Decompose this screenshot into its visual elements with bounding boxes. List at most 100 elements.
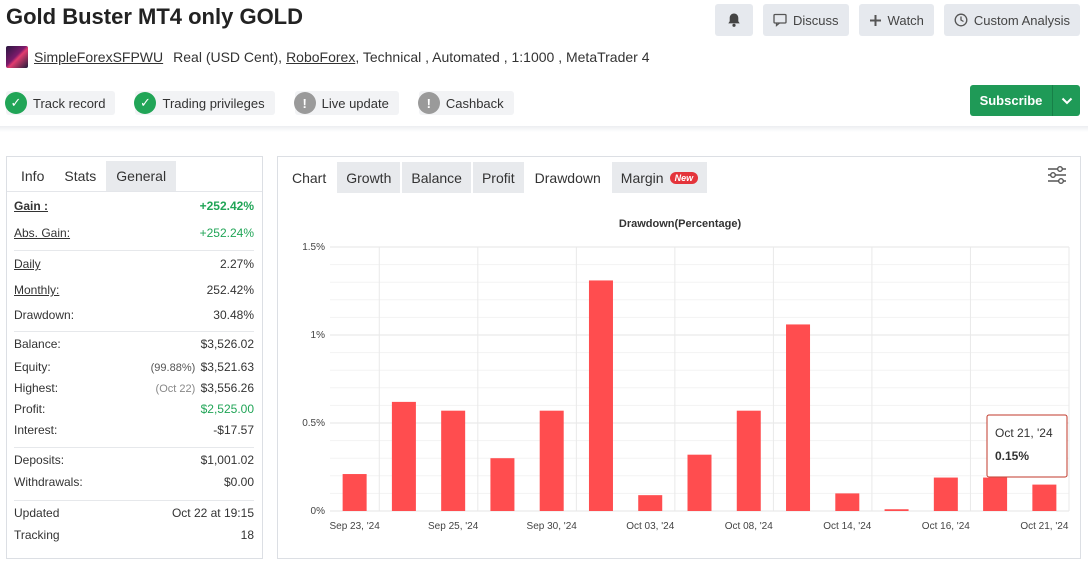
stat-label: Profit:	[14, 401, 46, 416]
chart-panel: Chart Growth Balance Profit Drawdown Mar…	[277, 156, 1081, 559]
drawdown-bar[interactable]	[638, 495, 663, 511]
stat-equity: Equity: (99.88%) $3,521.63	[14, 356, 254, 377]
drawdown-bar[interactable]	[736, 410, 761, 511]
stat-monthly: Monthly: 252.42%	[14, 277, 254, 303]
user-link[interactable]: SimpleForexSFPWU	[34, 49, 163, 65]
stat-label: Equity:	[14, 359, 51, 374]
stat-label[interactable]: Gain :	[14, 199, 48, 213]
subscribe-label: Subscribe	[979, 93, 1043, 108]
comment-icon	[773, 13, 787, 27]
stat-value: 30.48%	[213, 308, 254, 322]
stat-updated: Updated Oct 22 at 19:15	[14, 501, 254, 525]
stat-label[interactable]: Daily	[14, 257, 41, 271]
drawdown-bar[interactable]	[539, 410, 564, 511]
stat-value: Oct 22 at 19:15	[171, 506, 254, 520]
stat-highest: Highest: (Oct 22) $3,556.26	[14, 377, 254, 398]
stat-daily: Daily 2.27%	[14, 251, 254, 277]
badge-trading-privileges: ✓ Trading privileges	[134, 91, 275, 115]
x-tick-label: Sep 25, '24	[428, 521, 479, 532]
system-info-line: SimpleForexSFPWU Real (USD Cent), RoboFo…	[6, 46, 650, 68]
stat-label: Drawdown:	[14, 308, 75, 322]
stat-value-group: (99.88%) $3,521.63	[151, 360, 254, 374]
stat-label[interactable]: Monthly:	[14, 283, 59, 297]
drawdown-bar[interactable]	[441, 410, 466, 511]
chevron-down-icon	[1061, 97, 1072, 104]
stat-label: Updated	[14, 506, 60, 520]
avatar	[6, 46, 28, 68]
stat-balance: Balance: $3,526.02	[14, 332, 254, 356]
tab-general[interactable]: General	[106, 161, 177, 191]
x-tick-label: Oct 16, '24	[922, 521, 970, 532]
page-title: Gold Buster MT4 only GOLD	[6, 4, 304, 29]
badge-cashback: ! Cashback	[417, 91, 514, 115]
drawdown-bar[interactable]	[687, 454, 712, 511]
custom-analysis-button[interactable]: Custom Analysis	[943, 4, 1080, 36]
stat-tracking: Tracking 18	[14, 525, 254, 545]
tab-stats[interactable]: Stats	[54, 161, 107, 191]
badge-label: Cashback	[445, 95, 504, 111]
stat-value: $2,525.00	[200, 401, 254, 416]
badge-track-record: ✓ Track record	[5, 91, 116, 115]
stat-value: +252.42%	[199, 199, 254, 213]
drawdown-bar[interactable]	[490, 458, 515, 511]
x-tick-label: Oct 08, '24	[725, 521, 773, 532]
stat-value: $3,521.63	[200, 359, 254, 374]
stat-note: (Oct 22)	[155, 382, 196, 395]
y-tick-label: 0.5%	[302, 418, 325, 429]
tooltip-box	[986, 414, 1068, 478]
x-tick-label: Oct 21, '24	[1020, 521, 1068, 532]
badge-list: ✓ Track record ✓ Trading privileges ! Li…	[5, 91, 514, 115]
drawdown-bar[interactable]	[588, 280, 613, 511]
stat-value: 2.27%	[219, 257, 254, 271]
stats-panel: Info Stats General Gain : +252.42% Abs. …	[6, 156, 263, 559]
stat-drawdown: Drawdown: 30.48%	[14, 303, 254, 327]
badge-label: Trading privileges	[162, 95, 265, 111]
stat-interest: Interest: -$17.57	[14, 419, 254, 440]
stat-label: Tracking	[14, 528, 60, 542]
drawdown-bar[interactable]	[835, 493, 860, 511]
stat-label: Highest:	[14, 380, 59, 395]
check-icon: ✓	[5, 92, 27, 114]
stat-label[interactable]: Abs. Gain:	[14, 226, 70, 240]
badge-label: Track record	[33, 95, 106, 111]
subscribe-button[interactable]: Subscribe	[970, 85, 1080, 116]
bell-icon	[728, 13, 740, 27]
drawdown-bar[interactable]	[1032, 484, 1057, 511]
stat-value: $1,001.02	[200, 453, 254, 467]
stats-tabs: Info Stats General	[7, 157, 262, 192]
drawdown-bar[interactable]	[983, 477, 1008, 511]
drawdown-bar[interactable]	[342, 474, 367, 511]
stat-label: Deposits:	[14, 453, 65, 467]
exclamation-icon: !	[417, 92, 440, 114]
stat-value: 252.42%	[206, 283, 254, 297]
x-tick-label: Oct 03, '24	[626, 521, 674, 532]
subscribe-dropdown[interactable]	[1052, 85, 1080, 116]
x-tick-label: Sep 30, '24	[527, 521, 578, 532]
badge-live-update: ! Live update	[293, 91, 399, 115]
broker-link[interactable]: RoboForex	[286, 49, 355, 65]
drawdown-bar[interactable]	[786, 324, 811, 511]
watch-label: Watch	[887, 12, 924, 28]
stat-value: 18	[240, 528, 254, 542]
drawdown-bar[interactable]	[933, 477, 958, 511]
exclamation-icon: !	[293, 92, 316, 114]
stat-label: Interest:	[14, 422, 58, 437]
watch-button[interactable]: Watch	[858, 4, 934, 36]
y-tick-label: 1%	[311, 330, 326, 341]
drawdown-bar[interactable]	[391, 401, 416, 511]
discuss-button[interactable]: Discuss	[763, 4, 849, 36]
y-tick-label: 1.5%	[302, 242, 325, 253]
tab-info[interactable]: Info	[11, 161, 54, 191]
stat-value: $3,526.02	[200, 337, 254, 351]
top-actions: Discuss Watch Custom Analysis	[715, 4, 1080, 36]
stat-withdrawals: Withdrawals: $0.00	[14, 472, 254, 492]
y-tick-label: 0%	[311, 506, 326, 517]
notify-button[interactable]	[715, 4, 754, 36]
badge-label: Live update	[321, 95, 389, 111]
chart-title: Drawdown(Percentage)	[619, 218, 742, 230]
discuss-label: Discuss	[793, 12, 839, 28]
stat-note: (99.88%)	[150, 361, 196, 374]
tooltip-date: Oct 21, '24	[995, 426, 1053, 440]
stat-label: Balance:	[14, 337, 61, 351]
drawdown-bar[interactable]	[884, 509, 909, 511]
